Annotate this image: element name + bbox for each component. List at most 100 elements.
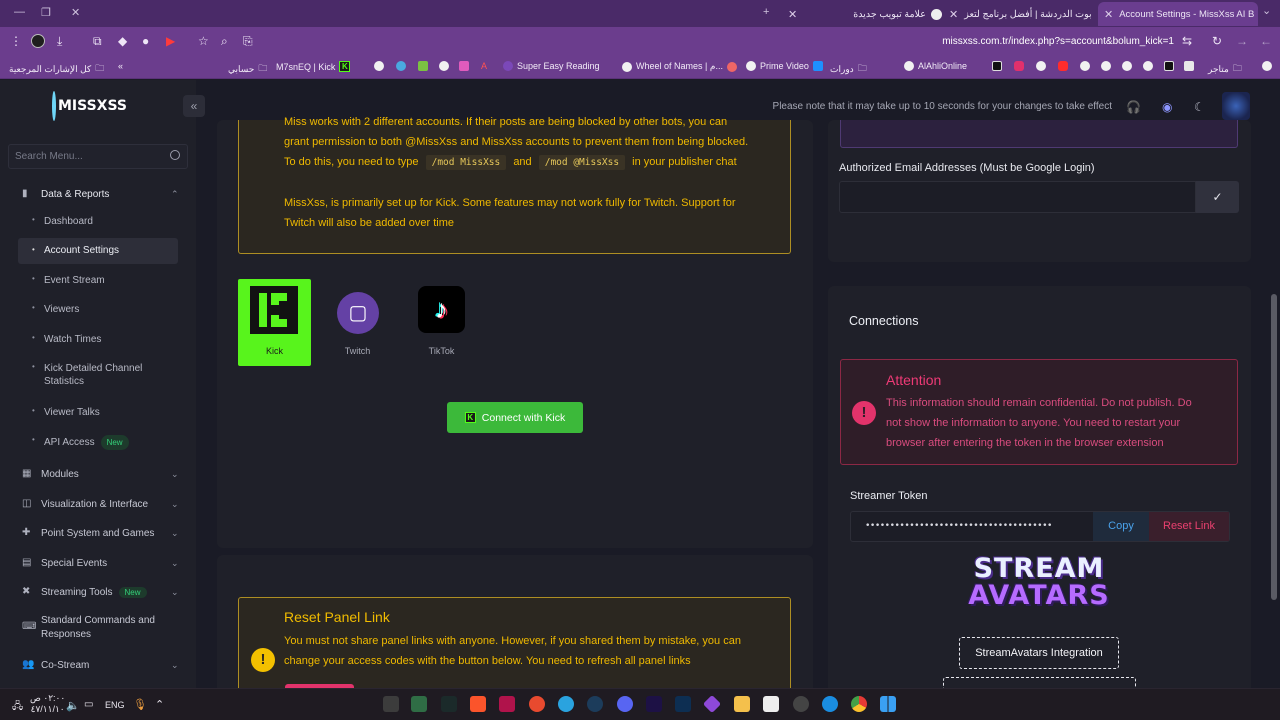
bookmark-icon-only[interactable]	[396, 61, 406, 71]
bookmark-icon-only[interactable]	[459, 61, 469, 71]
app-icon[interactable]	[441, 696, 457, 712]
install-app-icon[interactable]: ⎘	[243, 34, 253, 48]
tab-chatbot[interactable]: ✕ بوت الدردشة | أفضل برنامج لتعز	[943, 2, 1095, 26]
platform-twitch[interactable]: ▢ Twitch	[321, 279, 394, 366]
menu-point-system[interactable]: ✚ Point System and Games ⌄	[0, 526, 196, 540]
bookmark-prime-video[interactable]: Prime Video	[746, 61, 823, 71]
sidebar-item-kick-stats[interactable]: • Kick Detailed Channel Statistics	[18, 362, 178, 390]
sidebar-item-dashboard[interactable]: • Dashboard	[18, 215, 178, 229]
copy-button[interactable]: Copy	[1093, 512, 1149, 541]
microphone-icon[interactable]: 🎙	[133, 698, 147, 711]
app-icon[interactable]	[499, 696, 515, 712]
bookmark-icon-only[interactable]	[1262, 61, 1272, 71]
close-icon[interactable]: ✕	[788, 8, 797, 21]
bookmark-icon-only[interactable]	[992, 61, 1002, 71]
sidebar-item-viewers[interactable]: • Viewers	[18, 303, 178, 317]
network-icon[interactable]: ▭	[84, 699, 93, 710]
menu-standard-commands[interactable]: ⌨ Standard Commands and Responses	[0, 614, 196, 642]
token-value[interactable]: ••••••••••••••••••••••••••••••••••••••	[865, 521, 1052, 531]
bookmark-icon-only[interactable]	[1101, 61, 1111, 71]
menu-dots-icon[interactable]: ⋮	[10, 34, 22, 48]
chrome-icon[interactable]	[851, 696, 867, 712]
file-explorer-icon[interactable]	[734, 696, 750, 712]
sidebar-item-api-access[interactable]: • API Access New	[18, 435, 178, 450]
search-icon[interactable]	[170, 150, 180, 160]
chevron-icon[interactable]: «	[118, 61, 123, 71]
tray-chevron-icon[interactable]: ⌃	[155, 698, 164, 711]
bookmark-icon-only[interactable]	[439, 61, 449, 71]
bookmark-alahli[interactable]: AlAhliOnline	[904, 61, 967, 71]
extensions-puzzle-icon[interactable]: ⧉	[93, 34, 102, 48]
download-icon[interactable]: ⤓	[57, 34, 62, 48]
bookmark-wheel-of-names[interactable]: Wheel of Names | م...	[622, 61, 737, 72]
notifications-icon[interactable]: 🖧	[12, 699, 23, 716]
app-icon[interactable]	[702, 694, 722, 714]
menu-co-stream[interactable]: 👥 Co-Stream ⌄	[0, 658, 196, 672]
zoom-icon[interactable]: ⌕	[221, 34, 228, 48]
streamavatars-integration-button[interactable]: StreamAvatars Integration	[959, 637, 1119, 669]
back-icon[interactable]: →	[1236, 34, 1248, 48]
close-icon[interactable]: ✕	[949, 8, 958, 21]
outline-button[interactable]	[943, 677, 1136, 688]
reset-link-button[interactable]: Reset Link	[1149, 512, 1229, 541]
app-icon[interactable]	[529, 696, 545, 712]
extension-icon[interactable]: ●	[142, 34, 149, 48]
headset-icon[interactable]: 🎧	[1126, 100, 1141, 114]
bookmark-kick[interactable]: M7snEQ | Kick K	[276, 61, 351, 72]
confirm-check-button[interactable]: ✓	[1196, 181, 1239, 213]
sidebar-item-watch-times[interactable]: • Watch Times	[18, 333, 178, 347]
site-settings-icon[interactable]: ⇆	[1182, 34, 1192, 48]
youtube-extension-icon[interactable]: ▶	[166, 34, 175, 48]
avatar[interactable]	[1222, 92, 1250, 120]
forward-icon[interactable]: ←	[1260, 34, 1272, 48]
excel-icon[interactable]	[411, 696, 427, 712]
app-icon[interactable]	[383, 696, 399, 712]
bookmark-star-icon[interactable]: ☆	[198, 34, 209, 48]
photoshop-icon[interactable]	[675, 696, 691, 712]
edge-icon[interactable]	[822, 696, 838, 712]
bookmark-icon-only[interactable]	[1058, 61, 1068, 71]
menu-streaming-tools[interactable]: ✖ Streaming Tools New ⌄	[0, 585, 196, 599]
bookmark-courses[interactable]: دورات 🗀	[830, 61, 867, 77]
moon-icon[interactable]: ☾	[1194, 100, 1205, 114]
bookmark-account[interactable]: حسابي 🗀	[228, 61, 267, 77]
menu-data-reports[interactable]: ▮ Data & Reports ⌃	[0, 187, 196, 201]
discord-icon[interactable]: ◉	[1162, 100, 1172, 114]
windows-start-icon[interactable]	[880, 696, 896, 712]
bookmark-icon-only[interactable]	[1080, 61, 1090, 71]
tab-account-settings[interactable]: ✕ Account Settings - MissXss AI B	[1098, 2, 1258, 26]
bookmark-icon-only[interactable]	[374, 61, 384, 71]
menu-modules[interactable]: ▦ Modules ⌄	[0, 467, 196, 481]
premiere-icon[interactable]	[646, 696, 662, 712]
bookmark-icon-only[interactable]	[1184, 61, 1194, 71]
restore-icon[interactable]: ❐	[41, 6, 51, 19]
bookmark-icon-only[interactable]: A	[481, 61, 487, 71]
volume-icon[interactable]: 🔈	[66, 699, 80, 712]
platform-tiktok[interactable]: ♪ TikTok	[405, 279, 478, 366]
email-input[interactable]	[839, 181, 1196, 213]
bookmark-icon-only[interactable]	[418, 61, 428, 71]
tab-new-tab[interactable]: ✕ علامة تبويب جديدة	[782, 2, 942, 26]
scrollbar[interactable]	[1271, 294, 1277, 600]
discord-icon[interactable]	[617, 696, 633, 712]
close-icon[interactable]: ✕	[1104, 8, 1113, 21]
collapse-sidebar-button[interactable]: «	[183, 95, 205, 117]
platform-kick[interactable]: Kick	[238, 279, 311, 366]
menu-visualization[interactable]: ◫ Visualization & Interface ⌄	[0, 497, 196, 511]
sidebar-item-event-stream[interactable]: • Event Stream	[18, 274, 178, 288]
close-window-icon[interactable]: ✕	[71, 6, 80, 19]
connect-with-kick-button[interactable]: K Connect with Kick	[447, 402, 583, 433]
bookmark-all[interactable]: كل الإشارات المرجعية 🗀	[9, 61, 104, 77]
tab-search-icon[interactable]: ⌄	[1262, 4, 1271, 17]
logo[interactable]: MISSXSS	[52, 86, 127, 126]
app-icon[interactable]	[763, 696, 779, 712]
bookmark-stores[interactable]: متاجر 🗀	[1208, 61, 1242, 77]
reload-icon[interactable]: ↻	[1212, 34, 1222, 48]
sidebar-item-viewer-talks[interactable]: • Viewer Talks	[18, 406, 178, 420]
address-bar[interactable]: missxss.com.tr/index.php?s=account&bolum…	[942, 36, 1174, 47]
brave-icon[interactable]	[470, 696, 486, 712]
bookmark-super-easy-reading[interactable]: Super Easy Reading	[503, 61, 600, 71]
bookmark-icon-only[interactable]	[1036, 61, 1046, 71]
bookmark-icon-only[interactable]	[1122, 61, 1132, 71]
search-input[interactable]: Search Menu...	[8, 144, 188, 169]
